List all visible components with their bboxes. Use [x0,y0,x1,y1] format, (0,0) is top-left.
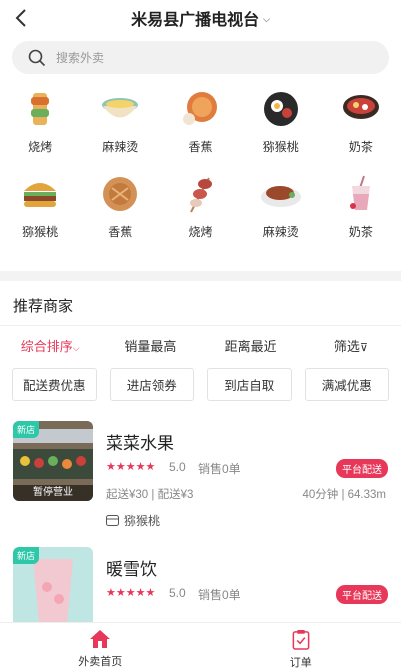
filter-chip-coupon[interactable]: 进店领券 [109,368,194,401]
pie-icon [99,173,141,215]
chevron-left-icon [15,9,26,27]
store-status: 暂停营业 [13,485,93,501]
drink-cup-icon [340,173,382,215]
shop-tag: 猕猴桃 [106,512,160,529]
sort-label: 销量最高 [124,338,177,354]
bottom-tab-bar: 外卖首页 订单 [0,622,401,670]
location-title[interactable]: 米易县广播电视台 ⌵ [131,6,270,30]
pancake-icon [179,88,221,130]
category-label: 香蕉 [108,225,133,239]
category-grid: 烧烤 麻辣烫 香蕉 猕猴桃 奶茶 猕猴桃 香蕉 烧烤 麻辣烫 奶茶 [0,74,401,240]
category-label: 奶茶 [348,225,373,239]
eta-distance: 40分钟 | 64.33m [302,489,386,501]
tab-label: 外卖首页 [78,656,123,668]
category-item[interactable]: 麻辣烫 [241,173,321,240]
top-header: 米易县广播电视台 ⌵ [0,0,401,36]
platform-delivery-badge: 平台配送 [336,459,388,478]
card-icon [106,515,119,526]
shop-image: 新店 [13,547,93,627]
category-item[interactable]: 猕猴桃 [241,88,321,155]
section-title: 推荐商家 [13,298,74,315]
category-item[interactable]: 香蕉 [80,173,160,240]
search-input[interactable]: 搜索外卖 [56,49,104,66]
category-label: 猕猴桃 [22,225,59,239]
bbq-skewer-icon [19,88,61,130]
burger-icon [19,173,61,215]
noodle-bowl-icon [99,88,141,130]
star-rating: ★★★★★ [106,587,156,599]
category-item[interactable]: 奶茶 [321,88,401,155]
category-label: 烧烤 [28,140,53,154]
rating-value: 5.0 [169,586,186,600]
platform-delivery-badge: 平台配送 [336,585,388,604]
sales-count: 销售0单 [198,462,241,476]
home-icon [90,630,111,648]
category-label: 猕猴桃 [262,140,299,154]
delivery-info: 起送¥30 | 配送¥3 [106,489,194,501]
category-item[interactable]: 奶茶 [321,173,401,240]
category-label: 香蕉 [188,140,213,154]
tab-home[interactable]: 外卖首页 [0,623,201,670]
sort-label: 距离最近 [224,338,277,354]
back-button[interactable] [10,6,32,30]
shop-name: 菜菜水果 [106,434,174,453]
category-label: 奶茶 [348,140,373,154]
shop-image: 新店 暂停营业 [13,421,93,501]
category-item[interactable]: 麻辣烫 [80,88,160,155]
category-item[interactable]: 香蕉 [160,88,240,155]
sort-comprehensive[interactable]: 综合排序⌵ [0,336,100,355]
filter-chip-full-reduction[interactable]: 满减优惠 [304,368,389,401]
new-store-badge: 新店 [13,421,40,438]
sort-label: 筛选 [333,338,360,354]
search-icon [28,49,46,66]
steak-plate-icon [260,173,302,215]
search-bar[interactable]: 搜索外卖 [12,41,389,74]
filter-chips: 配送费优惠 进店领券 到店自取 满减优惠 [0,364,401,401]
filter-chip-delivery-discount[interactable]: 配送费优惠 [12,368,97,401]
sort-bar: 综合排序⌵ 销量最高 距离最近 筛选⊽ [0,326,401,364]
category-label: 麻辣烫 [262,225,299,239]
soup-bowl-icon [340,88,382,130]
order-clipboard-icon [292,629,310,650]
category-label: 烧烤 [188,225,213,239]
star-rating: ★★★★★ [106,461,156,473]
chevron-down-icon: ⌵ [263,13,270,24]
sales-count: 销售0单 [198,588,241,602]
filter-chip-pickup[interactable]: 到店自取 [207,368,292,401]
sort-label: 综合排序 [20,338,73,354]
filter-icon: ⊽ [359,341,368,354]
shop-name: 暖雪饮 [106,560,157,579]
hotpot-icon [260,88,302,130]
rating-value: 5.0 [169,460,186,474]
page-title: 米易县广播电视台 [131,12,260,29]
category-item[interactable]: 猕猴桃 [0,173,80,240]
new-store-badge: 新店 [13,547,40,564]
category-item[interactable]: 烧烤 [0,88,80,155]
tab-label: 订单 [289,657,312,669]
chevron-down-icon: ⌵ [72,342,80,353]
shop-card[interactable]: 新店 暂停营业 菜菜水果 ★★★★★ 5.0 销售0单 平台配送 起送¥30 |… [0,421,401,547]
sort-distance[interactable]: 距离最近 [201,336,301,355]
category-label: 麻辣烫 [102,140,139,154]
shop-tag-label: 猕猴桃 [124,514,161,528]
sort-sales[interactable]: 销量最高 [100,336,200,355]
tab-orders[interactable]: 订单 [201,623,401,670]
meat-skewer-icon [179,173,221,215]
category-item[interactable]: 烧烤 [160,173,240,240]
section-divider [0,271,401,281]
sort-filter[interactable]: 筛选⊽ [301,336,401,355]
